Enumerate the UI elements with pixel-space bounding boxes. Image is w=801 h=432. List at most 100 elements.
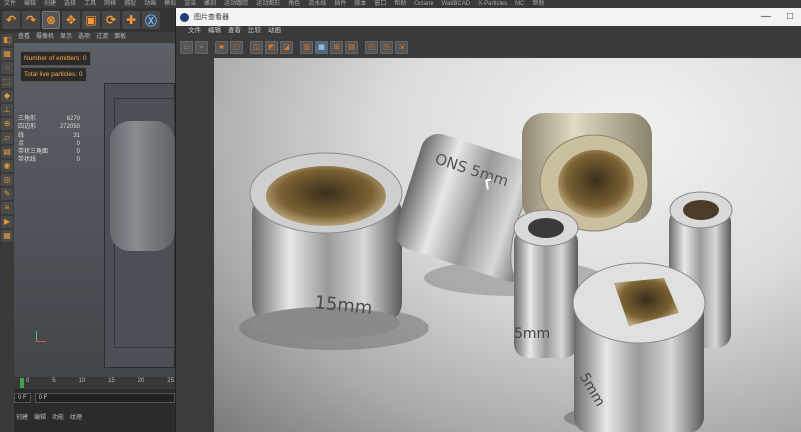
timeline-ticks: 0 5 10 15 20 25 xyxy=(26,378,174,384)
workplane-icon[interactable]: ▱ xyxy=(1,132,13,144)
perspective-viewport[interactable]: 查看 摄像机 显示 选项 过滤 面板 Number of emitters: 0 Tota… xyxy=(14,32,175,377)
ab-compare-icon[interactable]: ◫ xyxy=(250,40,263,54)
menu-item-14[interactable]: 流水线 xyxy=(308,0,326,8)
add-object-icon[interactable]: ✚ xyxy=(122,11,140,29)
pv-menu-item-4[interactable]: 动画 xyxy=(268,26,281,36)
menu-item-21[interactable]: X-Particles xyxy=(478,0,507,8)
menu-item-23[interactable]: 帮助 xyxy=(532,0,544,8)
attr-tab-0[interactable]: 创建 xyxy=(16,412,28,422)
viewport-menu-item-3[interactable]: 选项 xyxy=(78,32,90,43)
menu-item-9[interactable]: 渲染 xyxy=(184,0,196,8)
viewport-menu-item-1[interactable]: 摄像机 xyxy=(36,32,54,43)
timeline-playhead[interactable] xyxy=(20,378,24,388)
window-controls: — □ xyxy=(754,8,801,26)
viewport-menu-item-4[interactable]: 过滤 xyxy=(96,32,108,43)
paint-icon[interactable]: ✎ xyxy=(1,188,13,200)
stop-render-icon[interactable]: ■ xyxy=(215,40,228,54)
stat-value: 0 xyxy=(76,157,80,164)
model-mode-icon[interactable]: ◧ xyxy=(1,34,13,46)
render-region-icon[interactable]: ▢ xyxy=(230,40,243,54)
axis-mode-icon[interactable]: ⊥ xyxy=(1,104,13,116)
move-tool-icon[interactable]: ✥ xyxy=(62,11,80,29)
select-tool-icon[interactable]: ⊗ xyxy=(42,11,60,29)
menu-item-8[interactable]: 模拟 xyxy=(164,0,176,8)
min-frame-field[interactable]: 0 F xyxy=(34,393,175,403)
menu-item-13[interactable]: 角色 xyxy=(288,0,300,8)
pv-menu-item-0[interactable]: 文件 xyxy=(188,26,201,36)
menu-item-5[interactable]: 网格 xyxy=(104,0,116,8)
redo-icon[interactable]: ↷ xyxy=(22,11,40,29)
scale-tool-icon[interactable]: ▣ xyxy=(82,11,100,29)
picture-viewer-titlebar[interactable]: 图片查看器 — □ xyxy=(176,8,801,26)
stat-value: 0 xyxy=(76,140,80,147)
maximize-button[interactable]: □ xyxy=(778,8,801,26)
menu-item-10[interactable]: 雕刻 xyxy=(204,0,216,8)
menu-item-19[interactable]: Octane xyxy=(414,0,433,8)
viewport-scene[interactable]: Number of emitters: 0 Total live particl… xyxy=(14,43,175,377)
current-frame-field[interactable]: 0 F xyxy=(14,393,31,403)
menu-item-7[interactable]: 动画 xyxy=(144,0,156,8)
ab-split-icon[interactable]: ◪ xyxy=(280,40,293,54)
points-mode-icon[interactable]: ⁘ xyxy=(1,62,13,74)
undo-icon[interactable]: ↶ xyxy=(2,11,20,29)
timeline-tick-3: 15 xyxy=(108,378,115,384)
menu-item-12[interactable]: 运动图形 xyxy=(256,0,280,8)
edges-mode-icon[interactable]: ⬚ xyxy=(1,76,13,88)
zoom-icon[interactable]: ⊞ xyxy=(330,40,343,54)
layer-icon[interactable]: ≡ xyxy=(1,202,13,214)
pv-menu-item-3[interactable]: 比较 xyxy=(248,26,261,36)
attr-tab-2[interactable]: 功能 xyxy=(52,412,64,422)
x-axis-lock-icon[interactable]: Ⓧ xyxy=(142,11,160,29)
timeline-tick-1: 5 xyxy=(52,378,56,384)
fit-to-view-icon[interactable]: ▦ xyxy=(315,40,328,54)
picture-viewer-menu: 文件 编辑 查看 比较 动画 xyxy=(176,26,801,36)
socket-object-preview[interactable] xyxy=(110,121,175,251)
menu-item-17[interactable]: 窗口 xyxy=(374,0,386,8)
export-icon[interactable]: ⇲ xyxy=(395,40,408,54)
attr-tab-3[interactable]: 纹理 xyxy=(70,412,82,422)
polygons-mode-icon[interactable]: ◆ xyxy=(1,90,13,102)
channel-rgb-icon[interactable]: ▥ xyxy=(300,40,313,54)
minimize-button[interactable]: — xyxy=(754,8,778,26)
menu-item-4[interactable]: 工具 xyxy=(84,0,96,8)
timeline-tick-5: 25 xyxy=(167,378,174,384)
timeline[interactable]: 0 5 10 15 20 25 xyxy=(14,377,175,389)
snap-icon[interactable]: ⊕ xyxy=(1,118,13,130)
save-file-icon[interactable]: ▪ xyxy=(195,40,208,54)
menu-item-16[interactable]: 脚本 xyxy=(354,0,366,8)
menu-item-18[interactable]: 帮助 xyxy=(394,0,406,8)
menu-item-6[interactable]: 捕捉 xyxy=(124,0,136,8)
render-icon[interactable]: ▶ xyxy=(1,216,13,228)
grid-icon[interactable]: ▦ xyxy=(1,230,13,242)
stat-label: 带状三角面 xyxy=(18,149,49,156)
sculpt-icon[interactable]: ◎ xyxy=(1,174,13,186)
magnet-icon[interactable]: ◉ xyxy=(1,160,13,172)
viewport-menu-item-2[interactable]: 显示 xyxy=(60,32,72,43)
lock-icon[interactable]: ▤ xyxy=(1,146,13,158)
menu-item-15[interactable]: 插件 xyxy=(334,0,346,8)
menu-item-11[interactable]: 运动跟踪 xyxy=(224,0,248,8)
render-illustration: 15mm ONS 5mm 5mm 5mm xyxy=(239,113,733,432)
menu-item-1[interactable]: 编辑 xyxy=(24,0,36,8)
filter-icon[interactable]: ◰ xyxy=(365,40,378,54)
ab-swap-icon[interactable]: ◩ xyxy=(265,40,278,54)
menu-item-20[interactable]: WaitBCAD xyxy=(442,0,470,8)
picture-viewer-title: 图片查看器 xyxy=(194,14,229,21)
rendered-image[interactable]: 15mm ONS 5mm 5mm 5mm xyxy=(214,58,801,432)
pv-menu-item-1[interactable]: 编辑 xyxy=(208,26,221,36)
texture-mode-icon[interactable]: ▦ xyxy=(1,48,13,60)
pv-menu-item-2[interactable]: 查看 xyxy=(228,26,241,36)
viewport-menu-item-0[interactable]: 查看 xyxy=(18,32,30,43)
open-file-icon[interactable]: ▭ xyxy=(180,40,193,54)
lut-icon[interactable]: ◳ xyxy=(380,40,393,54)
main-toolbar: ↶ ↷ ⊗ ✥ ▣ ⟳ ✚ Ⓧ xyxy=(0,8,175,32)
menu-item-3[interactable]: 选择 xyxy=(64,0,76,8)
menu-item-0[interactable]: 文件 xyxy=(4,0,16,8)
attr-tab-1[interactable]: 编辑 xyxy=(34,412,46,422)
viewport-menu-item-5[interactable]: 面板 xyxy=(114,32,126,43)
stat-value: 31 xyxy=(73,132,80,139)
menu-item-22[interactable]: MC xyxy=(515,0,524,8)
menu-item-2[interactable]: 创建 xyxy=(44,0,56,8)
rotate-tool-icon[interactable]: ⟳ xyxy=(102,11,120,29)
histogram-icon[interactable]: ▤ xyxy=(345,40,358,54)
